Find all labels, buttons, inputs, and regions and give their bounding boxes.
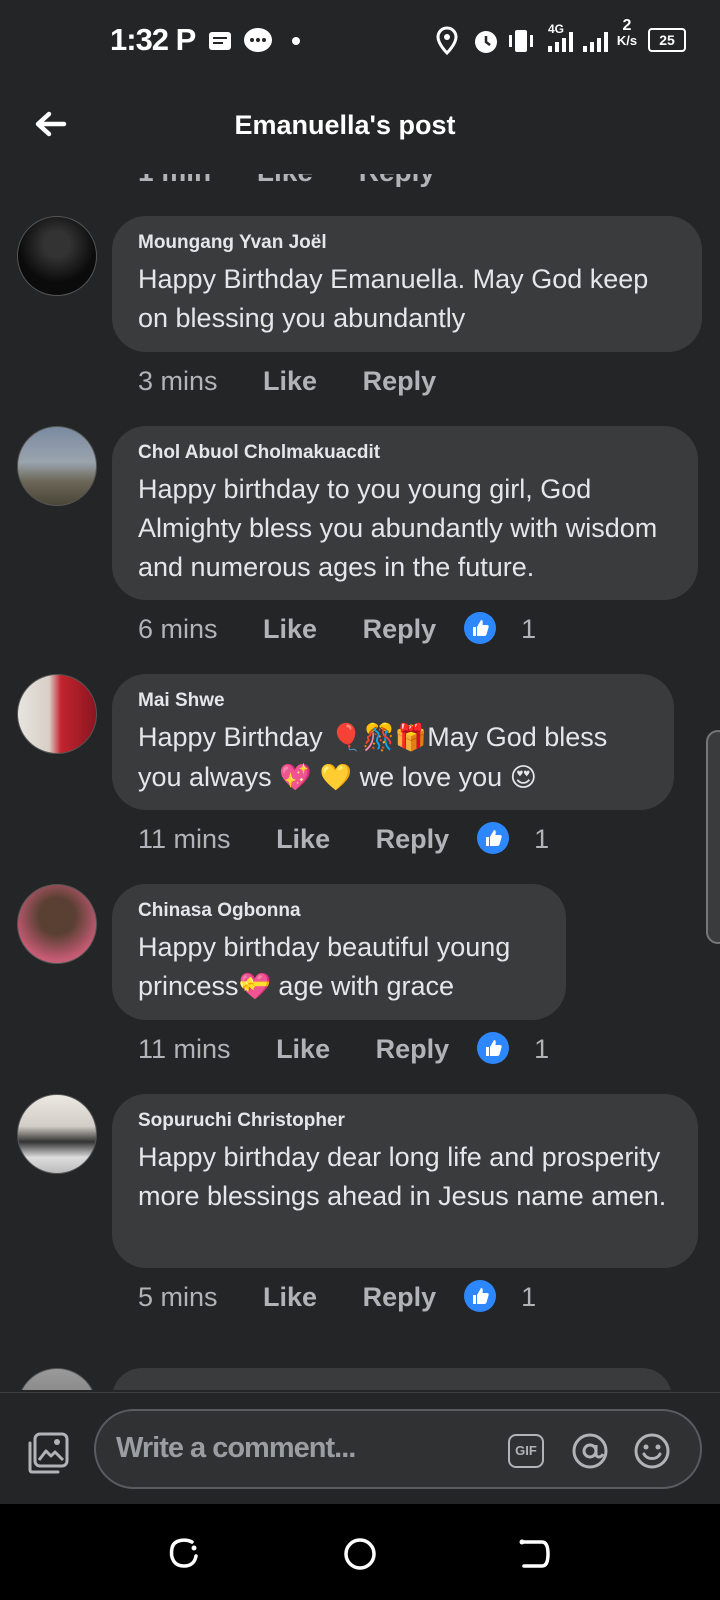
page-title: Emanuella's post xyxy=(234,110,456,140)
comment-time: 3 mins xyxy=(138,366,218,396)
comment-actions: 5 mins Like Reply 1 xyxy=(138,1280,537,1315)
comment-text: Happy birthday dear long life and prospe… xyxy=(138,1142,667,1211)
comment-time: 6 mins xyxy=(138,614,218,644)
comment-author[interactable]: Mai Shwe xyxy=(138,690,648,712)
comment-actions: 11 mins Like Reply 1 xyxy=(138,822,550,857)
status-bar: 1:32 P 4G 2 K/s 25 xyxy=(0,0,720,82)
avatar[interactable] xyxy=(17,216,97,296)
home-icon[interactable] xyxy=(340,1534,380,1574)
emoji-group: 💖 💛 xyxy=(279,763,353,793)
comment-author[interactable]: Moungang Yvan Joël xyxy=(138,232,676,254)
reply-button[interactable]: Reply xyxy=(363,366,437,397)
comment-text: Happy birthday to you young girl, God Al… xyxy=(138,474,658,582)
back-nav-icon[interactable] xyxy=(514,1534,554,1574)
like-button[interactable]: Like xyxy=(276,824,330,855)
like-button[interactable]: Like xyxy=(263,366,317,397)
like-icon xyxy=(476,1032,509,1065)
comment-author[interactable]: Chinasa Ogbonna xyxy=(138,900,540,922)
status-time: 1:32 P xyxy=(110,22,196,57)
messenger-notification-icon xyxy=(244,28,272,52)
comment-text: Happy Birthday Emanuella. May God keep o… xyxy=(138,264,649,333)
reactions-summary[interactable]: 1 xyxy=(463,1280,537,1315)
comment-bubble[interactable]: Mai Shwe Happy Birthday 🎈🎊🎁May God bless… xyxy=(112,674,674,810)
comment-time: 11 mins xyxy=(138,1034,231,1064)
like-icon xyxy=(463,1280,496,1313)
post-header: Emanuella's post xyxy=(0,82,720,174)
alarm-icon xyxy=(475,31,497,53)
reaction-count: 1 xyxy=(534,1034,550,1065)
mention-icon[interactable] xyxy=(570,1431,610,1471)
reaction-count: 1 xyxy=(521,1282,537,1313)
more-notifications-dot-icon xyxy=(292,37,300,45)
avatar[interactable] xyxy=(17,1368,97,1390)
reply-button[interactable]: Reply xyxy=(376,1034,450,1065)
reply-button[interactable]: Reply xyxy=(363,614,437,645)
comment-bubble[interactable] xyxy=(112,1368,672,1390)
avatar[interactable] xyxy=(17,426,97,506)
reaction-count: 1 xyxy=(534,824,550,855)
comment-input-placeholder: Write a comment... xyxy=(116,1432,356,1464)
scrollbar-thumb[interactable] xyxy=(706,730,720,944)
battery-icon: 25 xyxy=(648,28,686,52)
comment-actions: 6 mins Like Reply 1 xyxy=(138,612,537,647)
emoji-group: 🎈🎊🎁 xyxy=(330,723,428,753)
like-icon xyxy=(476,822,509,855)
location-icon xyxy=(436,26,458,56)
comment-author[interactable]: Sopuruchi Christopher xyxy=(138,1110,672,1132)
vibrate-icon xyxy=(509,30,533,52)
comment-time: 11 mins xyxy=(138,824,231,854)
comment-bubble[interactable]: Chol Abuol Cholmakuacdit Happy birthday … xyxy=(112,426,698,600)
data-speed: 2 K/s xyxy=(616,17,638,49)
comment-composer: Write a comment... GIF xyxy=(0,1392,720,1505)
avatar[interactable] xyxy=(17,884,97,964)
reply-button[interactable]: Reply xyxy=(376,824,450,855)
comment-bubble[interactable]: Sopuruchi Christopher Happy birthday dea… xyxy=(112,1094,698,1268)
comment-input[interactable]: Write a comment... GIF xyxy=(94,1409,702,1489)
reactions-summary[interactable]: 1 xyxy=(476,822,550,857)
comment-text: Happy Birthday 🎈🎊🎁May God bless you alwa… xyxy=(138,722,608,793)
comment-actions: 11 mins Like Reply 1 xyxy=(138,1032,550,1067)
comments-feed[interactable]: 1 min Like Reply Moungang Yvan Joël Happ… xyxy=(0,150,720,1390)
gif-icon[interactable]: GIF xyxy=(508,1431,548,1471)
like-icon xyxy=(463,612,496,645)
emoji-group: 💝 xyxy=(238,972,271,1002)
avatar[interactable] xyxy=(17,1094,97,1174)
comment-time: 5 mins xyxy=(138,1282,218,1312)
avatar[interactable] xyxy=(17,674,97,754)
message-notification-icon xyxy=(209,32,231,50)
emoji-icon[interactable] xyxy=(632,1431,672,1471)
comment-bubble[interactable]: Chinasa Ogbonna Happy birthday beautiful… xyxy=(112,884,566,1020)
like-button[interactable]: Like xyxy=(276,1034,330,1065)
like-button[interactable]: Like xyxy=(263,614,317,645)
comment-author[interactable]: Chol Abuol Cholmakuacdit xyxy=(138,442,672,464)
reply-button[interactable]: Reply xyxy=(363,1282,437,1313)
recent-apps-icon[interactable] xyxy=(164,1534,204,1574)
like-button[interactable]: Like xyxy=(263,1282,317,1313)
photo-icon[interactable] xyxy=(26,1431,70,1475)
reaction-count: 1 xyxy=(521,614,537,645)
emoji-group: 😍 xyxy=(509,763,537,793)
reactions-summary[interactable]: 1 xyxy=(463,612,537,647)
comment-bubble[interactable]: Moungang Yvan Joël Happy Birthday Emanue… xyxy=(112,216,702,352)
signal-strength-2-icon xyxy=(583,32,608,52)
reactions-summary[interactable]: 1 xyxy=(476,1032,550,1067)
comment-text: Happy birthday beautiful young princess💝… xyxy=(138,932,511,1002)
comment-actions: 3 mins Like Reply xyxy=(138,366,436,397)
system-navigation-bar xyxy=(0,1504,720,1600)
signal-strength-icon xyxy=(548,32,573,52)
